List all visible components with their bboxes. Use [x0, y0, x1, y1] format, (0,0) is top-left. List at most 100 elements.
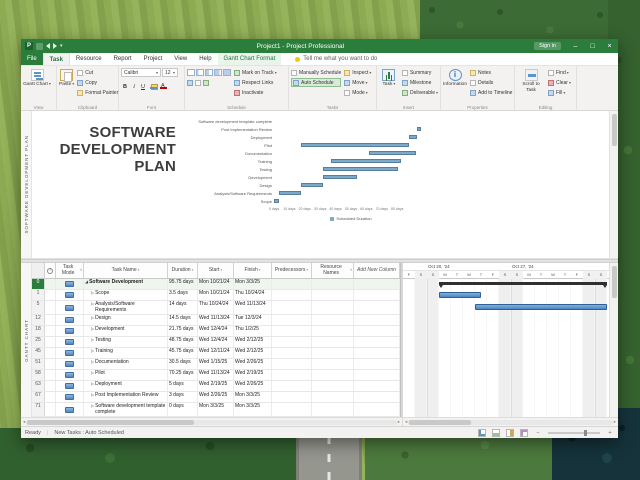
titlebar[interactable]: P ▾ Project1 - Project Professional Sign…: [21, 39, 618, 53]
row-id-cell[interactable]: 5: [32, 301, 45, 314]
information-button[interactable]: i Information: [443, 68, 467, 88]
finish-cell[interactable]: Wed 2/26/25: [234, 381, 272, 391]
finish-cell[interactable]: Mon 3/3/25: [234, 392, 272, 402]
manually-schedule-button[interactable]: Manually Schedule: [291, 68, 341, 77]
indicator-cell[interactable]: [45, 403, 56, 416]
zoom-out-button[interactable]: −: [534, 430, 542, 436]
add-new-column-cell[interactable]: [354, 315, 400, 325]
predecessors-cell[interactable]: [272, 326, 312, 336]
task-mode-cell[interactable]: [56, 348, 84, 358]
row-id-cell[interactable]: 18: [32, 326, 45, 336]
paste-button[interactable]: Paste: [59, 68, 74, 88]
task-name-cell[interactable]: ▷Pilot: [84, 370, 168, 380]
gantt-bar[interactable]: [439, 292, 481, 298]
percent-100-icon[interactable]: [223, 69, 231, 76]
mode-button[interactable]: Mode: [344, 88, 371, 97]
duration-chart[interactable]: Software development template completePo…: [182, 117, 428, 221]
task-name-cell[interactable]: ▷Testing: [84, 337, 168, 347]
column-header-task-mode[interactable]: Task Mode: [56, 263, 84, 278]
team-planner-view-icon[interactable]: [506, 429, 514, 437]
undo-icon[interactable]: [46, 43, 50, 49]
bold-button[interactable]: B: [121, 82, 129, 91]
column-header-add-new-column[interactable]: Add New Column: [354, 263, 400, 278]
report-canvas[interactable]: SOFTWARE DEVELOPMENT PLAN Software devel…: [32, 111, 609, 258]
resource-names-cell[interactable]: [312, 403, 354, 416]
column-header-task-name[interactable]: Task Name: [84, 263, 168, 278]
resource-names-cell[interactable]: [312, 326, 354, 336]
percent-0-icon[interactable]: [187, 69, 195, 76]
finish-cell[interactable]: Thu 10/24/24: [234, 290, 272, 300]
table-row[interactable]: 25 ▷Testing 48.75 days Wed 12/4/24 Wed 2…: [32, 337, 400, 348]
column-header-duration[interactable]: Duration: [168, 263, 198, 278]
task-name-cell[interactable]: ▷Development: [84, 326, 168, 336]
predecessors-cell[interactable]: [272, 403, 312, 416]
link-tasks-icon[interactable]: [187, 80, 193, 86]
inspect-button[interactable]: Inspect: [344, 68, 371, 77]
find-button[interactable]: Find: [548, 68, 571, 77]
task-mode-cell[interactable]: [56, 392, 84, 402]
resource-names-cell[interactable]: [312, 290, 354, 300]
indicator-cell[interactable]: [45, 392, 56, 402]
insert-summary-button[interactable]: Summary: [402, 68, 438, 77]
table-row[interactable]: 58 ▷Pilot 70.25 days Wed 11/13/24 Wed 2/…: [32, 370, 400, 381]
gantt-bar[interactable]: [439, 282, 607, 285]
add-new-column-cell[interactable]: [354, 290, 400, 300]
font-size-select[interactable]: 12: [162, 68, 178, 77]
mark-on-track-button[interactable]: Mark on Track: [234, 68, 277, 77]
minimize-button[interactable]: –: [567, 39, 584, 53]
sign-in-button[interactable]: Sign in: [534, 42, 561, 50]
copy-button[interactable]: Copy: [77, 78, 118, 87]
clear-button[interactable]: Clear: [548, 78, 571, 87]
task-name-cell[interactable]: ◢Software Development: [84, 279, 168, 289]
indicator-cell[interactable]: [45, 315, 56, 325]
duration-cell[interactable]: 14.5 days: [168, 315, 198, 325]
start-cell[interactable]: Wed 11/13/24: [198, 370, 234, 380]
scroll-left-icon[interactable]: ◂: [23, 419, 25, 425]
task-name-cell[interactable]: ▷Design: [84, 315, 168, 325]
add-new-column-cell[interactable]: [354, 348, 400, 358]
zoom-slider[interactable]: [548, 432, 600, 434]
percent-25-icon[interactable]: [196, 69, 204, 76]
column-header-predecessors[interactable]: Predecessors: [272, 263, 312, 278]
start-cell[interactable]: Wed 2/26/25: [198, 392, 234, 402]
unlink-tasks-icon[interactable]: [195, 80, 201, 86]
table-row[interactable]: 63 ▷Deployment 5 days Wed 2/19/25 Wed 2/…: [32, 381, 400, 392]
expand-collapse-icon[interactable]: ▷: [91, 349, 94, 353]
inactivate-button[interactable]: Inactivate: [234, 88, 277, 97]
add-new-column-cell[interactable]: [354, 359, 400, 369]
table-row[interactable]: 12 ▷Design 14.5 days Wed 11/13/24 Tue 12…: [32, 315, 400, 326]
task-mode-cell[interactable]: [56, 301, 84, 314]
finish-cell[interactable]: Wed 2/12/25: [234, 337, 272, 347]
expand-collapse-icon[interactable]: ▷: [91, 382, 94, 386]
gantt-timeline[interactable]: Oct 20, '24Oct 27, '24 FSSMTWTFSSMTWTFSS: [403, 263, 609, 417]
respect-links-button[interactable]: Respect Links: [234, 78, 277, 87]
tab-file[interactable]: File: [21, 53, 43, 65]
status-new-tasks[interactable]: New Tasks : Auto Scheduled: [54, 430, 124, 436]
predecessors-cell[interactable]: [272, 392, 312, 402]
predecessors-cell[interactable]: [272, 315, 312, 325]
task-mode-cell[interactable]: [56, 326, 84, 336]
gantt-view-icon[interactable]: [478, 429, 486, 437]
gantt-chart-view-button[interactable]: Gantt Chart: [23, 68, 51, 88]
finish-cell[interactable]: Wed 2/26/25: [234, 359, 272, 369]
predecessors-cell[interactable]: [272, 290, 312, 300]
row-id-cell[interactable]: 0: [32, 279, 45, 289]
column-header-finish[interactable]: Finish: [234, 263, 272, 278]
indicator-column-header[interactable]: i: [45, 263, 56, 278]
start-cell[interactable]: Mon 3/3/25: [198, 403, 234, 416]
finish-cell[interactable]: Wed 2/19/25: [234, 370, 272, 380]
duration-cell[interactable]: 70.25 days: [168, 370, 198, 380]
table-row[interactable]: 1 ▷Scope 3.5 days Mon 10/21/24 Thu 10/24…: [32, 290, 400, 301]
expand-collapse-icon[interactable]: ▷: [91, 302, 94, 306]
move-button[interactable]: Move: [344, 78, 371, 87]
task-name-cell[interactable]: ▷Training: [84, 348, 168, 358]
gantt-vertical-scrollbar[interactable]: [609, 263, 618, 417]
resource-names-cell[interactable]: [312, 301, 354, 314]
indicator-cell[interactable]: [45, 326, 56, 336]
resource-names-cell[interactable]: [312, 392, 354, 402]
indicator-cell[interactable]: [45, 337, 56, 347]
task-mode-cell[interactable]: [56, 315, 84, 325]
indicator-cell[interactable]: [45, 301, 56, 314]
start-cell[interactable]: Wed 1/15/25: [198, 359, 234, 369]
table-row[interactable]: 71 ▷Software development template comple…: [32, 403, 400, 417]
